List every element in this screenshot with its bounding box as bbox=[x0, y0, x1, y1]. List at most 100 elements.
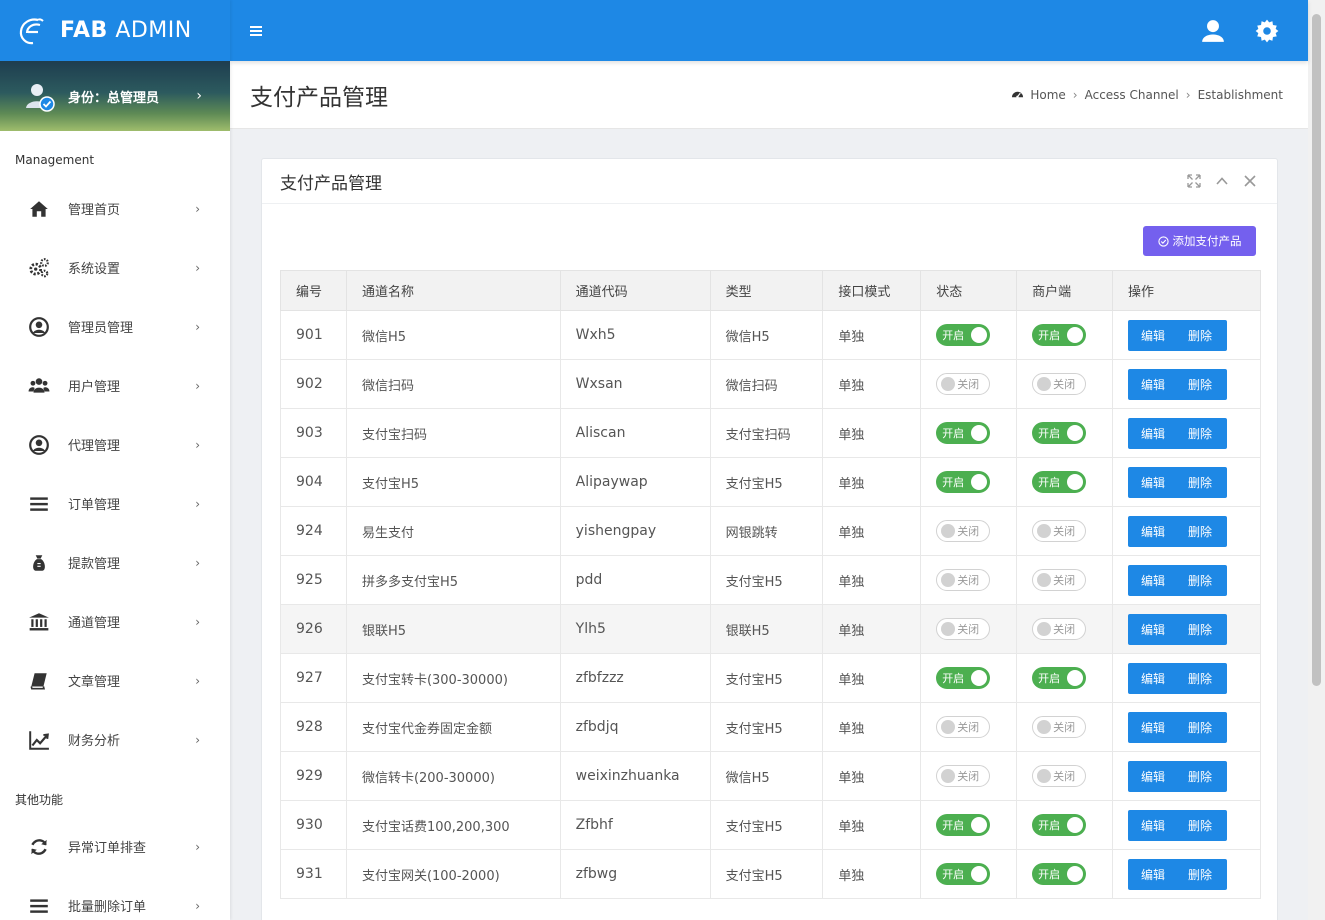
table-row: 930 支付宝话费100,200,300 Zfbhf 支付宝H5 单独 开启 开启 编辑 删除 bbox=[280, 800, 1261, 850]
edit-button[interactable]: 编辑 bbox=[1141, 425, 1165, 442]
user-panel[interactable]: 身份：总管理员 › bbox=[0, 61, 230, 131]
expand-icon[interactable] bbox=[1187, 174, 1201, 188]
status-toggle[interactable]: 关闭 bbox=[936, 716, 991, 738]
sidebar-item-channels[interactable]: 通道管理 › bbox=[0, 592, 230, 651]
action-group: 编辑 删除 bbox=[1128, 613, 1228, 645]
delete-button[interactable]: 删除 bbox=[1188, 621, 1212, 638]
status-toggle[interactable]: 开启 bbox=[936, 422, 991, 444]
toggle-knob bbox=[941, 622, 956, 636]
delete-button[interactable]: 删除 bbox=[1188, 817, 1212, 834]
sidebar-item-admins[interactable]: 管理员管理 › bbox=[0, 297, 230, 356]
cell-mode: 单独 bbox=[822, 408, 922, 458]
refresh-icon bbox=[31, 838, 47, 855]
merchant-toggle[interactable]: 开启 bbox=[1032, 471, 1087, 493]
user-icon[interactable] bbox=[1200, 18, 1226, 44]
edit-button[interactable]: 编辑 bbox=[1141, 768, 1165, 785]
scrollbar-thumb[interactable] bbox=[1312, 14, 1321, 686]
sidebar-item-withdrawals[interactable]: 提款管理 › bbox=[0, 533, 230, 592]
merchant-cell: 关闭 bbox=[1016, 359, 1114, 409]
delete-button[interactable]: 删除 bbox=[1188, 523, 1212, 540]
merchant-toggle[interactable]: 开启 bbox=[1032, 422, 1087, 444]
list-icon bbox=[30, 496, 48, 511]
cell-type: 微信扫码 bbox=[709, 359, 824, 409]
sidebar-item-home[interactable]: 管理首页 › bbox=[0, 179, 230, 238]
status-toggle[interactable]: 关闭 bbox=[936, 618, 991, 640]
close-icon[interactable] bbox=[1243, 174, 1257, 188]
status-toggle[interactable]: 关闭 bbox=[936, 520, 991, 542]
delete-button[interactable]: 删除 bbox=[1188, 327, 1212, 344]
status-toggle[interactable]: 开启 bbox=[936, 471, 991, 493]
merchant-toggle[interactable]: 开启 bbox=[1032, 814, 1087, 836]
edit-button[interactable]: 编辑 bbox=[1141, 474, 1165, 491]
edit-button[interactable]: 编辑 bbox=[1141, 327, 1165, 344]
breadcrumb-home[interactable]: Home bbox=[1030, 88, 1065, 102]
delete-button[interactable]: 删除 bbox=[1188, 670, 1212, 687]
delete-button[interactable]: 删除 bbox=[1188, 474, 1212, 491]
action-group: 编辑 删除 bbox=[1128, 319, 1228, 351]
merchant-toggle[interactable]: 关闭 bbox=[1032, 618, 1087, 640]
merchant-toggle[interactable]: 关闭 bbox=[1032, 373, 1087, 395]
status-toggle[interactable]: 开启 bbox=[936, 667, 991, 689]
toggle-label: 开启 bbox=[942, 868, 965, 881]
edit-button[interactable]: 编辑 bbox=[1141, 621, 1165, 638]
toggle-label: 开启 bbox=[942, 476, 965, 489]
sidebar-item-users[interactable]: 用户管理 › bbox=[0, 356, 230, 415]
edit-button[interactable]: 编辑 bbox=[1141, 572, 1165, 589]
merchant-toggle[interactable]: 开启 bbox=[1032, 667, 1087, 689]
table-row: 924 易生支付 yishengpay 网银跳转 单独 关闭 关闭 编辑 删除 bbox=[280, 506, 1261, 556]
page-scrollbar[interactable] bbox=[1308, 0, 1325, 920]
toggle-knob bbox=[1067, 474, 1084, 490]
merchant-toggle[interactable]: 开启 bbox=[1032, 863, 1087, 885]
cell-mode: 单独 bbox=[822, 800, 922, 850]
merchant-toggle[interactable]: 关闭 bbox=[1032, 716, 1087, 738]
add-product-button[interactable]: 添加支付产品 bbox=[1143, 226, 1256, 256]
cell-code: zfbwg bbox=[559, 849, 711, 899]
status-toggle[interactable]: 关闭 bbox=[936, 569, 991, 591]
action-group: 编辑 删除 bbox=[1128, 417, 1228, 449]
delete-button[interactable]: 删除 bbox=[1188, 866, 1212, 883]
edit-button[interactable]: 编辑 bbox=[1141, 670, 1165, 687]
toggle-knob bbox=[1037, 377, 1052, 391]
edit-button[interactable]: 编辑 bbox=[1141, 523, 1165, 540]
collapse-icon[interactable] bbox=[1215, 174, 1229, 188]
delete-button[interactable]: 删除 bbox=[1188, 376, 1212, 393]
action-group: 编辑 删除 bbox=[1128, 466, 1228, 498]
toggle-knob bbox=[1037, 622, 1052, 636]
delete-button[interactable]: 删除 bbox=[1188, 719, 1212, 736]
sidebar-item-finance[interactable]: 财务分析 › bbox=[0, 710, 230, 769]
merchant-cell: 开启 bbox=[1016, 800, 1114, 850]
merchant-toggle[interactable]: 开启 bbox=[1032, 324, 1087, 346]
status-toggle[interactable]: 开启 bbox=[936, 863, 991, 885]
toggle-label: 关闭 bbox=[957, 525, 980, 538]
merchant-toggle[interactable]: 关闭 bbox=[1032, 765, 1087, 787]
gear-icon[interactable] bbox=[1254, 18, 1280, 44]
merchant-toggle[interactable]: 关闭 bbox=[1032, 569, 1087, 591]
edit-button[interactable]: 编辑 bbox=[1141, 376, 1165, 393]
sidebar-item-abnormal-orders[interactable]: 异常订单排查 › bbox=[0, 817, 230, 876]
sidebar-item-label: 管理首页 bbox=[68, 203, 121, 218]
merchant-toggle[interactable]: 关闭 bbox=[1032, 520, 1087, 542]
sidebar: FAB ADMIN 身份：总管理员 › Management 管理首页 › 系统… bbox=[0, 0, 230, 920]
menu-toggle-icon[interactable] bbox=[250, 25, 262, 36]
toggle-knob bbox=[1037, 720, 1052, 734]
status-toggle[interactable]: 开启 bbox=[936, 324, 991, 346]
sidebar-item-orders[interactable]: 订单管理 › bbox=[0, 474, 230, 533]
status-toggle[interactable]: 关闭 bbox=[936, 765, 991, 787]
toggle-knob bbox=[971, 670, 988, 686]
edit-button[interactable]: 编辑 bbox=[1141, 817, 1165, 834]
cell-name: 支付宝网关(100-2000) bbox=[345, 849, 561, 899]
chevron-right-icon: › bbox=[195, 378, 200, 393]
status-toggle[interactable]: 关闭 bbox=[936, 373, 991, 395]
sidebar-item-batch-delete[interactable]: 批量删除订单 › bbox=[0, 876, 230, 920]
delete-button[interactable]: 删除 bbox=[1188, 425, 1212, 442]
edit-button[interactable]: 编辑 bbox=[1141, 866, 1165, 883]
breadcrumb-access-channel[interactable]: Access Channel bbox=[1085, 88, 1179, 102]
status-toggle[interactable]: 开启 bbox=[936, 814, 991, 836]
delete-button[interactable]: 删除 bbox=[1188, 572, 1212, 589]
sidebar-item-settings[interactable]: 系统设置 › bbox=[0, 238, 230, 297]
sidebar-item-agents[interactable]: 代理管理 › bbox=[0, 415, 230, 474]
toggle-knob bbox=[1037, 573, 1052, 587]
edit-button[interactable]: 编辑 bbox=[1141, 719, 1165, 736]
delete-button[interactable]: 删除 bbox=[1188, 768, 1212, 785]
sidebar-item-articles[interactable]: 文章管理 › bbox=[0, 651, 230, 710]
